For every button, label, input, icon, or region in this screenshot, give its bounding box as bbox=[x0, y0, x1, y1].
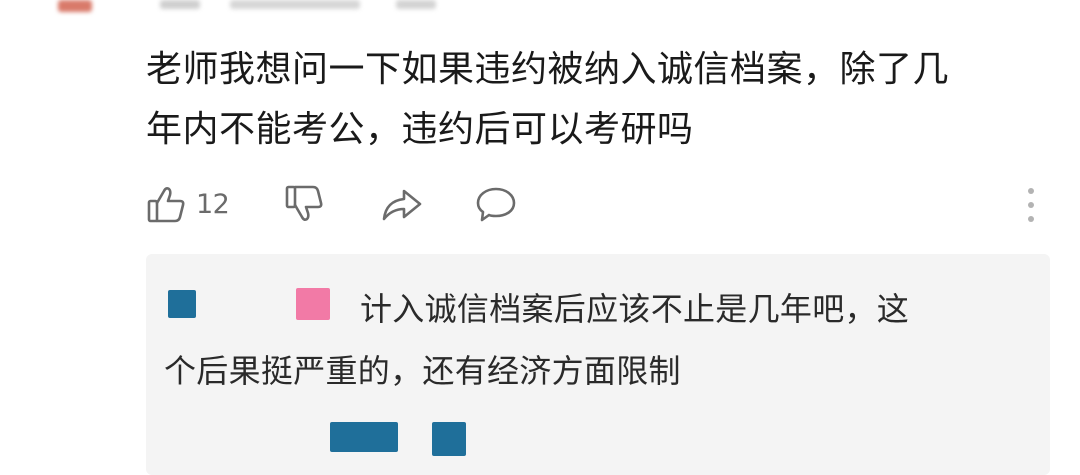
more-vertical-icon[interactable] bbox=[1026, 188, 1036, 228]
meta-redacted bbox=[396, 0, 436, 9]
comment-line: 年内不能考公，违约后可以考研吗 bbox=[146, 109, 694, 150]
more-replies-redacted bbox=[432, 422, 466, 456]
like-count: 12 bbox=[196, 188, 230, 220]
like-button[interactable]: 12 bbox=[146, 183, 230, 225]
dislike-button[interactable] bbox=[284, 183, 326, 225]
avatar-redacted bbox=[58, 0, 92, 12]
share-icon bbox=[380, 183, 424, 225]
reply-button[interactable] bbox=[474, 183, 518, 225]
reply-line-text: 计入诚信档案后应该不止是几年吧，这 bbox=[360, 290, 910, 328]
reply-body: 计入诚信档案后应该不止是几年吧，这 个后果挺严重的，还有经济方面限制 bbox=[164, 278, 1044, 402]
comment-body: 老师我想问一下如果违约被纳入诚信档案，除了几 年内不能考公，违约后可以考研吗 bbox=[146, 40, 1046, 160]
username-redacted bbox=[160, 0, 200, 9]
thumbs-up-icon bbox=[146, 183, 188, 225]
comment-actions: 12 bbox=[140, 183, 1040, 229]
comment-header-redacted bbox=[0, 0, 1080, 14]
reply-line: 个后果挺严重的，还有经济方面限制 bbox=[164, 352, 681, 390]
thumbs-down-icon bbox=[284, 183, 326, 225]
more-replies-redacted bbox=[330, 422, 398, 452]
reply-line: 计入诚信档案后应该不止是几年吧，这 bbox=[164, 278, 1044, 340]
comment-line: 老师我想问一下如果违约被纳入诚信档案，除了几 bbox=[146, 49, 950, 90]
share-button[interactable] bbox=[380, 183, 424, 225]
reply-box[interactable]: 计入诚信档案后应该不止是几年吧，这 个后果挺严重的，还有经济方面限制 bbox=[146, 254, 1050, 475]
username-redacted bbox=[230, 0, 360, 9]
comment-bubble-icon bbox=[474, 183, 518, 225]
